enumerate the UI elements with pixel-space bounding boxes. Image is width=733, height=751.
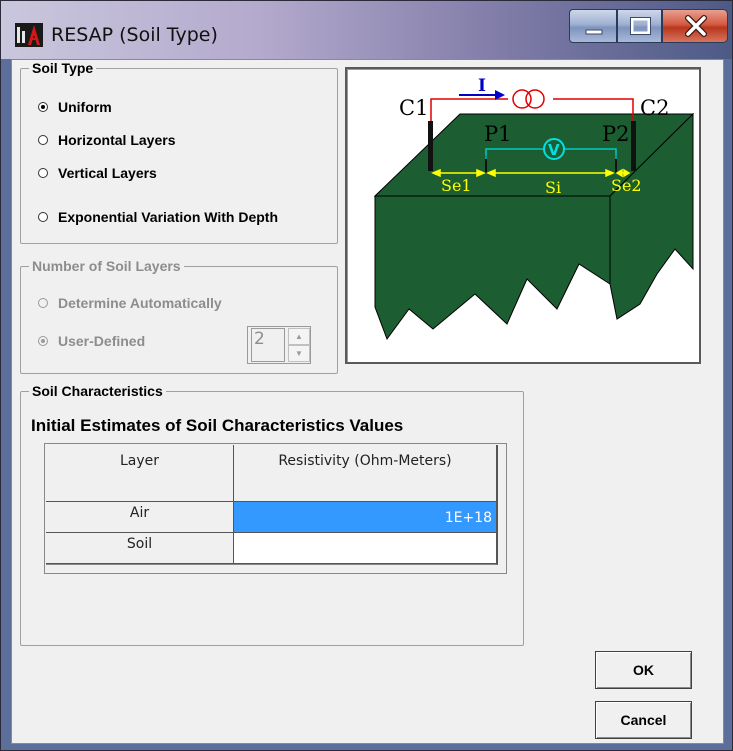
radio-exponential-variation-label: Exponential Variation With Depth [58,209,279,225]
electrode-c1 [428,121,433,171]
radio-button-checked-icon [38,336,48,346]
spinner-up-button[interactable]: ▲ [288,328,310,345]
c2-label: C2 [640,96,669,120]
soil-measurement-diagram: I C1 C2 P1 P2 V Se1 Si Se2 [345,67,701,364]
close-button[interactable] [662,9,728,43]
layers-spinner-input[interactable]: 2 [251,328,285,362]
current-source-icon [512,89,545,109]
soil-characteristics-group-label: Soil Characteristics [29,383,166,399]
close-icon [685,15,707,37]
number-of-layers-group-label: Number of Soil Layers [29,258,184,274]
radio-determine-automatically-label: Determine Automatically [58,295,222,311]
radio-determine-automatically[interactable]: Determine Automatically [38,295,222,311]
radio-button-icon [38,135,48,145]
cancel-button-label: Cancel [620,712,667,728]
se1-label: Se1 [441,176,472,195]
p2-label: P2 [602,122,630,146]
soil-block-front [374,195,611,341]
si-label: Si [545,178,561,197]
soil-type-group: Soil Type Uniform Horizontal Layers Vert… [20,60,338,244]
radio-button-icon [38,168,48,178]
maximize-icon [630,17,651,35]
voltmeter-label: V [548,141,560,159]
app-logo-icon [15,23,43,47]
dialog-window: RESAP (Soil Type) Soil Type Uniform Hori… [0,0,733,751]
soil-characteristics-heading: Initial Estimates of Soil Characteristic… [31,416,404,435]
se2-label: Se2 [611,176,642,195]
radio-vertical-layers-label: Vertical Layers [58,165,157,181]
layers-spinner[interactable]: 2 ▲ ▼ [247,326,311,364]
maximize-button[interactable] [617,9,662,43]
triangle-up-icon: ▲ [295,332,303,341]
radio-user-defined[interactable]: User-Defined [38,333,145,349]
ok-button[interactable]: OK [595,651,692,689]
radio-button-icon [38,212,48,222]
radio-vertical-layers[interactable]: Vertical Layers [38,165,157,181]
soil-characteristics-grid[interactable]: Layer Resistivity (Ohm-Meters) Air 1E+18… [44,443,507,574]
radio-horizontal-layers[interactable]: Horizontal Layers [38,132,175,148]
voltmeter-icon: V [543,138,565,160]
row-header-air[interactable]: Air [46,502,234,533]
current-label: I [478,76,486,96]
title-bar[interactable]: RESAP (Soil Type) [1,1,732,59]
radio-user-defined-label: User-Defined [58,333,146,349]
triangle-down-icon: ▼ [295,349,303,358]
minimize-icon [585,29,603,35]
grid-body: Layer Resistivity (Ohm-Meters) Air 1E+18… [46,445,498,565]
radio-button-icon [38,298,48,308]
p1-label: P1 [484,122,512,146]
wenner-array-illustration: I C1 C2 P1 P2 V Se1 Si Se2 [373,76,695,341]
window-title: RESAP (Soil Type) [51,24,218,46]
radio-uniform-label: Uniform [58,99,112,115]
dialog-client-area: Soil Type Uniform Horizontal Layers Vert… [11,59,724,744]
c1-label: C1 [399,96,428,120]
electrode-c2 [631,121,636,171]
radio-exponential-variation[interactable]: Exponential Variation With Depth [38,209,278,225]
soil-type-group-label: Soil Type [29,60,97,76]
row-header-soil[interactable]: Soil [46,533,234,564]
radio-button-checked-icon [38,102,48,112]
radio-horizontal-layers-label: Horizontal Layers [58,132,176,148]
ok-button-label: OK [633,662,654,678]
radio-uniform[interactable]: Uniform [38,99,112,115]
column-header-resistivity[interactable]: Resistivity (Ohm-Meters) [234,445,496,502]
spinner-down-button[interactable]: ▼ [288,345,310,362]
cell-soil-resistivity[interactable] [234,533,496,564]
cell-air-resistivity[interactable]: 1E+18 [234,502,496,533]
cancel-button[interactable]: Cancel [595,701,692,739]
column-header-layer[interactable]: Layer [46,445,234,502]
minimize-button[interactable] [569,9,617,43]
